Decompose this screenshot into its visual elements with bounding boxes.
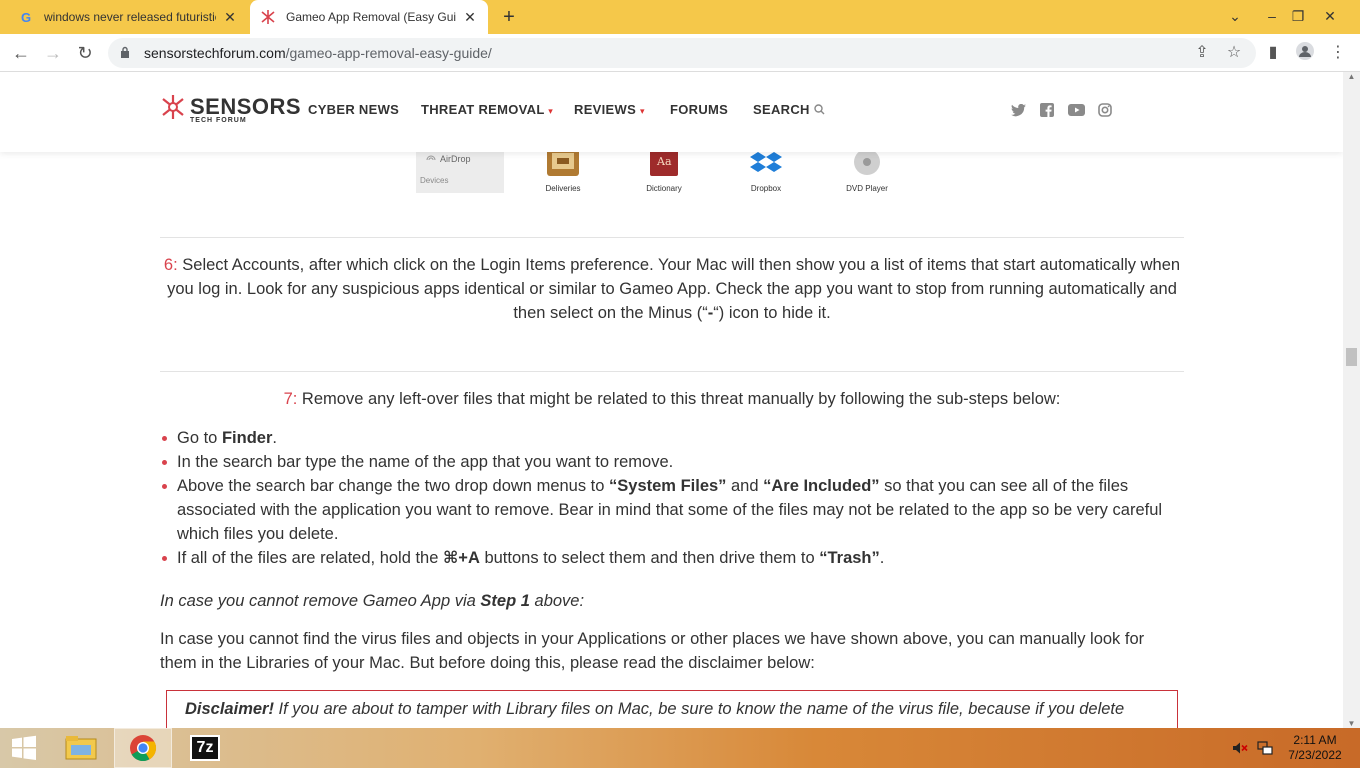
bookmark-star-icon[interactable]: ☆ xyxy=(1222,41,1246,65)
step-number: 7: xyxy=(283,390,298,408)
start-button[interactable] xyxy=(0,728,48,768)
page-viewport: SENSORS TECH FORUM CYBER NEWS THREAT REM… xyxy=(0,72,1343,728)
app-dictionary: Aa Dictionary xyxy=(629,148,699,193)
system-clock[interactable]: 2:11 AM 7/23/2022 xyxy=(1280,733,1350,763)
forward-button[interactable]: → xyxy=(41,41,65,65)
disclaimer-heading: Disclaimer! xyxy=(185,700,274,718)
folder-icon xyxy=(65,736,97,760)
nav-forums[interactable]: FORUMS xyxy=(670,102,728,117)
youtube-icon[interactable] xyxy=(1066,100,1086,120)
nav-reviews[interactable]: REVIEWS ▾ xyxy=(574,102,645,117)
deliveries-app-icon xyxy=(547,148,579,176)
dictionary-app-icon: Aa xyxy=(650,148,678,176)
facebook-icon[interactable] xyxy=(1037,100,1057,120)
logo-subtitle: TECH FORUM xyxy=(190,117,247,124)
step-7-text: 7: Remove any left-over files that might… xyxy=(283,390,1061,408)
nav-threat-removal[interactable]: THREAT REMOVAL ▾ xyxy=(421,102,553,117)
restore-button[interactable]: ❐ xyxy=(1282,0,1314,34)
dropbox-app-icon xyxy=(750,152,782,172)
airdrop-icon xyxy=(426,155,436,161)
svg-text:Aa: Aa xyxy=(656,155,672,168)
site-logo[interactable]: SENSORS TECH FORUM xyxy=(160,94,302,124)
section-divider xyxy=(160,237,1184,238)
section-divider xyxy=(160,371,1184,372)
url-domain: sensorstechforum.com xyxy=(144,45,286,61)
profile-avatar-icon[interactable] xyxy=(1293,41,1317,65)
step-6-text: 6: Select Accounts, after which click on… xyxy=(163,256,1181,322)
file-explorer-button[interactable] xyxy=(52,728,110,768)
clock-date: 7/23/2022 xyxy=(1288,748,1342,762)
network-icon[interactable] xyxy=(1257,728,1273,768)
clock-time: 2:11 AM xyxy=(1293,733,1337,747)
7zip-taskbar-button[interactable]: 7z xyxy=(176,728,234,768)
list-item: In the search bar type the name of the a… xyxy=(160,450,1184,474)
nav-search[interactable]: SEARCH xyxy=(753,102,825,117)
lock-icon[interactable] xyxy=(120,46,134,61)
app-dropbox: Dropbox xyxy=(731,148,801,193)
sidebar-airdrop: AirDrop xyxy=(440,154,471,164)
search-icon xyxy=(813,104,825,115)
scrollbar-thumb[interactable] xyxy=(1346,348,1357,366)
new-tab-button[interactable]: + xyxy=(498,6,520,28)
chevron-down-icon: ▾ xyxy=(639,106,645,116)
scroll-down-arrow-icon[interactable]: ▼ xyxy=(1343,719,1360,728)
mac-finder-sidebar: AirDrop Devices xyxy=(416,148,504,193)
app-dvd-player: DVD Player xyxy=(832,148,902,193)
chevron-down-icon: ▾ xyxy=(548,106,554,116)
list-item: Above the search bar change the two drop… xyxy=(160,474,1184,546)
instagram-icon[interactable] xyxy=(1095,100,1115,120)
sidebar-devices-heading: Devices xyxy=(420,176,449,185)
tab-strip: G windows never released futuristic ✕ Ga… xyxy=(0,0,1360,34)
back-button[interactable]: ← xyxy=(9,41,33,65)
site-header: SENSORS TECH FORUM CYBER NEWS THREAT REM… xyxy=(0,72,1343,152)
tab-gameo-app-removal[interactable]: Gameo App Removal (Easy Guide) ✕ xyxy=(250,0,488,34)
app-deliveries: Deliveries xyxy=(528,148,598,193)
scroll-up-arrow-icon[interactable]: ▲ xyxy=(1343,72,1360,81)
close-window-button[interactable]: ✕ xyxy=(1314,0,1346,34)
google-icon: G xyxy=(20,9,32,25)
browser-toolbar: ← → ↻ sensorstechforum.com/gameo-app-rem… xyxy=(0,34,1360,72)
windows-taskbar: 7z 2:11 AM 7/23/2022 xyxy=(0,728,1360,768)
url-path: /gameo-app-removal-easy-guide/ xyxy=(285,45,492,61)
7zip-icon: 7z xyxy=(190,735,220,761)
twitter-icon[interactable] xyxy=(1008,100,1028,120)
tab-search-icon[interactable]: ⌄ xyxy=(1219,0,1251,34)
reload-button[interactable]: ↻ xyxy=(73,41,97,65)
list-item: Go to Finder. xyxy=(160,426,1184,450)
sub-steps-list: Go to Finder. In the search bar type the… xyxy=(160,426,1184,570)
tab-google-search[interactable]: G windows never released futuristic ✕ xyxy=(8,0,248,34)
windows-logo-icon xyxy=(12,735,36,760)
dvd-player-app-icon xyxy=(854,149,880,175)
fallback-note: In case you cannot remove Gameo App via … xyxy=(160,592,585,610)
close-tab-icon[interactable]: ✕ xyxy=(222,9,238,26)
step-number: 6: xyxy=(163,256,178,274)
tab-title: windows never released futuristic xyxy=(44,10,216,24)
sensors-logo-icon xyxy=(162,95,184,119)
page-scrollbar[interactable]: ▲ ▼ xyxy=(1343,72,1360,728)
sensors-favicon-icon xyxy=(260,9,276,25)
list-item: If all of the files are related, hold th… xyxy=(160,546,1184,570)
tab-title: Gameo App Removal (Easy Guide) xyxy=(286,10,456,24)
libraries-paragraph: In case you cannot find the virus files … xyxy=(160,630,1145,672)
volume-muted-icon[interactable] xyxy=(1232,728,1248,768)
chrome-icon xyxy=(130,735,157,762)
menu-kebab-icon[interactable]: ⋮ xyxy=(1326,41,1350,65)
disclaimer-box: Disclaimer! If you are about to tamper w… xyxy=(166,690,1178,728)
logo-wordmark: SENSORS xyxy=(190,94,302,119)
close-tab-icon[interactable]: ✕ xyxy=(462,9,478,26)
side-panel-icon[interactable]: ▮ xyxy=(1261,41,1285,65)
share-icon[interactable]: ⇪ xyxy=(1190,41,1214,65)
nav-cyber-news[interactable]: CYBER NEWS xyxy=(308,102,399,117)
mac-applications-screenshot: AirDrop Devices Deliveries Aa Dictionary… xyxy=(416,148,896,268)
address-bar[interactable]: sensorstechforum.com/gameo-app-removal-e… xyxy=(108,38,1256,68)
chrome-taskbar-button[interactable] xyxy=(114,728,172,768)
